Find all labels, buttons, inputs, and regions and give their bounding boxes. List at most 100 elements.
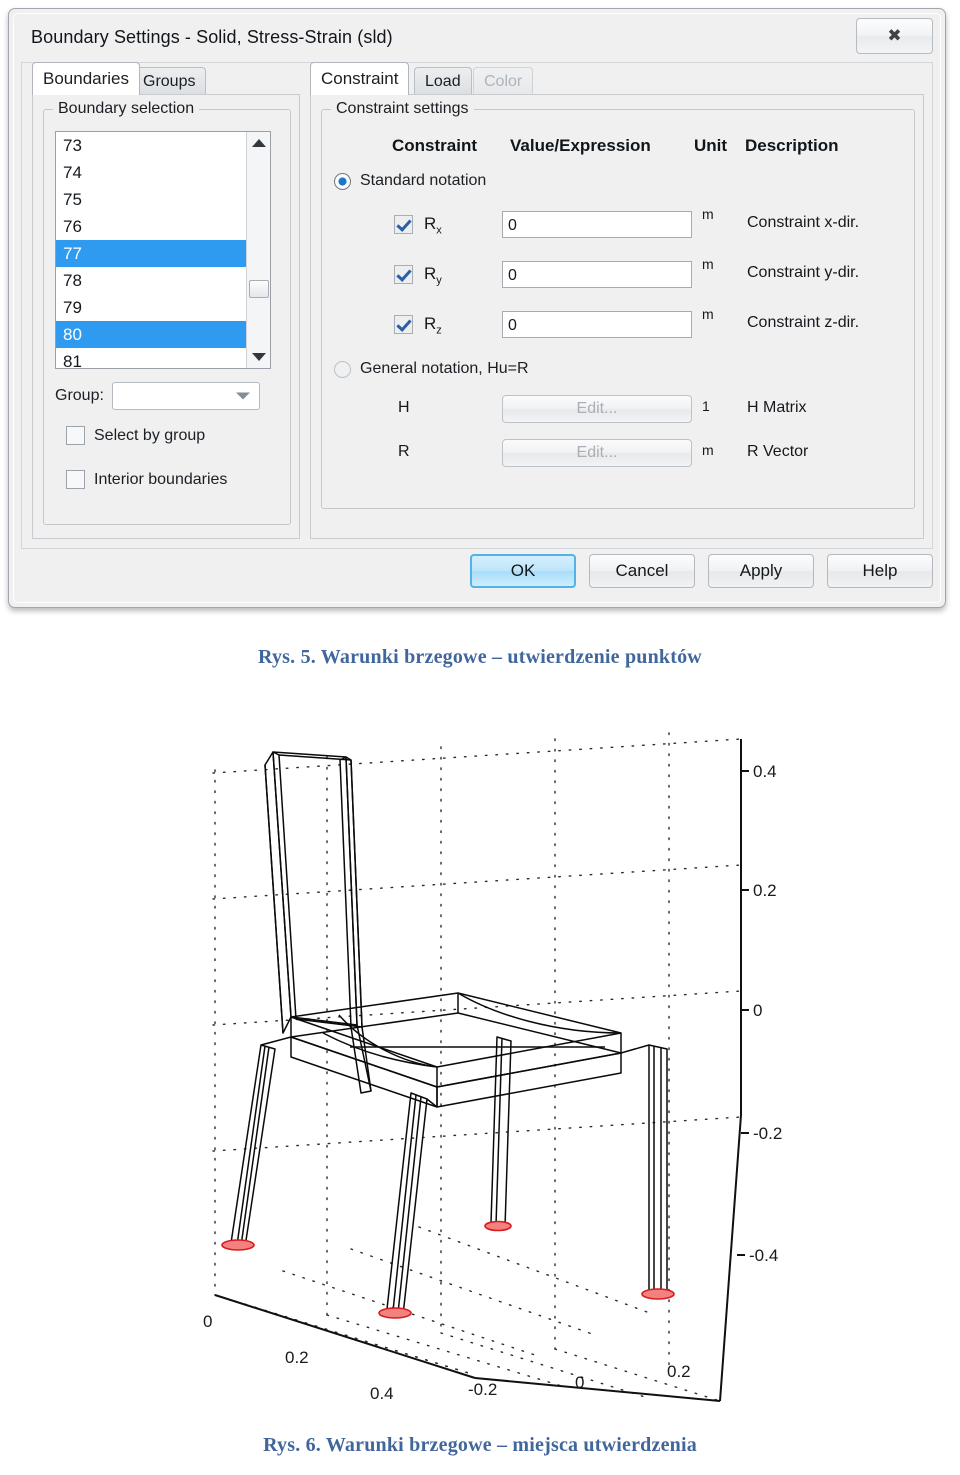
list-item[interactable]: 79 [56,294,270,321]
list-item[interactable]: 77 [56,240,270,267]
boundary-selection-legend: Boundary selection [53,100,200,118]
left-tabstrip: Boundaries Groups [32,62,302,95]
close-icon: ✖ [887,25,902,46]
rz-description-label: Constraint z-dir. [747,314,860,331]
rx-description-label: Constraint x-dir. [747,214,860,231]
ok-button-label: OK [510,561,536,580]
dialog-title: Boundary Settings - Solid, Stress-Strain… [31,27,393,47]
cancel-button[interactable]: Cancel [589,554,695,588]
dialog-titlebar: Boundary Settings - Solid, Stress-Strain… [9,9,945,62]
list-item[interactable]: 76 [56,213,270,240]
h-edit-button: Edit... [502,395,692,423]
cancel-button-label: Cancel [615,561,669,580]
rx-unit-label: m [702,206,714,222]
boundary-selection-groupbox: Boundary selection 73 74 75 76 77 78 79 … [43,100,291,525]
y-tick-label: 0 [575,1373,584,1392]
r-description-label: R Vector [747,443,809,460]
standard-notation-radio[interactable] [334,172,351,190]
list-item[interactable]: 78 [56,267,270,294]
figure-caption-5: Rys. 5. Warunki brzegowe – utwierdzenie … [258,646,702,668]
ry-checkbox[interactable] [394,265,413,284]
ry-symbol-label: Ry [424,264,442,287]
boundaries-pane: Boundary selection 73 74 75 76 77 78 79 … [32,94,300,539]
ok-button[interactable]: OK [470,554,576,588]
constraint-pane: Constraint settings Constraint Value/Exp… [310,94,924,539]
listbox-scrollbar[interactable] [246,132,270,368]
rx-symbol-label: Rx [424,214,442,237]
rz-value-input[interactable]: 0 [502,311,692,338]
column-header-constraint: Constraint [392,136,477,155]
r-edit-button-label: Edit... [576,444,618,461]
constraint-settings-groupbox: Constraint settings Constraint Value/Exp… [321,100,915,509]
close-button[interactable]: ✖ [856,18,933,54]
ry-description-label: Constraint y-dir. [747,264,860,281]
interior-boundaries-label: Interior boundaries [94,470,228,488]
z-tick-label: 0.2 [753,881,777,900]
x-tick-label: 0 [203,1312,212,1331]
right-tabstrip: Constraint Load Color [310,62,710,95]
boundary-listbox[interactable]: 73 74 75 76 77 78 79 80 81 [55,131,271,369]
tab-groups[interactable]: Groups [132,67,207,95]
figure-caption-6: Rys. 6. Warunki brzegowe – miejsca utwie… [263,1434,697,1456]
z-tick-label: 0.4 [753,762,777,781]
general-row-h: H Edit... 1 H Matrix [322,395,914,429]
general-row-r: R Edit... m R Vector [322,439,914,473]
z-tick-label: -0.2 [753,1124,782,1143]
tab-groups-label: Groups [143,72,196,90]
constraint-row-ry: Ry 0 m Constraint y-dir. [322,256,914,294]
r-unit-label: m [702,442,714,458]
constraint-row-rz: Rz 0 m Constraint z-dir. [322,306,914,344]
list-item[interactable]: 74 [56,159,270,186]
general-notation-row[interactable]: General notation, Hu=R [334,360,529,378]
r-edit-button: Edit... [502,439,692,467]
list-item[interactable]: 81 [56,348,270,368]
rx-value-input[interactable]: 0 [502,211,692,238]
standard-notation-row[interactable]: Standard notation [334,172,486,190]
tab-boundaries-label: Boundaries [43,69,130,88]
interior-boundaries-row[interactable]: Interior boundaries [66,470,227,489]
tab-color: Color [473,67,534,95]
constraint-row-rx: Rx 0 m Constraint x-dir. [322,206,914,244]
help-button[interactable]: Help [827,554,933,588]
tab-constraint-label: Constraint [321,69,399,88]
boundary-settings-dialog: Boundary Settings - Solid, Stress-Strain… [8,8,946,608]
select-by-group-checkbox[interactable] [66,426,85,445]
apply-button[interactable]: Apply [708,554,814,588]
apply-button-label: Apply [739,561,783,580]
h-description-label: H Matrix [747,399,807,416]
scrollbar-thumb[interactable] [249,280,269,298]
chevron-down-icon [235,392,250,400]
constraint-markers [221,1220,675,1319]
rz-checkbox[interactable] [394,315,413,334]
tab-constraint[interactable]: Constraint [310,62,410,95]
tab-boundaries[interactable]: Boundaries [32,62,141,95]
dialog-button-row: OK Cancel Apply Help [9,554,945,602]
list-item[interactable]: 73 [56,132,270,159]
tab-load[interactable]: Load [414,67,472,95]
scroll-down-icon[interactable] [247,346,270,368]
chair-wireframe [230,751,668,1316]
scroll-up-icon[interactable] [247,132,270,154]
help-button-label: Help [862,561,898,580]
rx-checkbox[interactable] [394,215,413,234]
plot-axes [214,739,742,1402]
group-combobox[interactable] [111,382,260,410]
group-row: Group: [55,382,260,410]
r-symbol-label: R [398,443,410,460]
list-item[interactable]: 75 [56,186,270,213]
y-tick-label: -0.2 [468,1380,497,1399]
select-by-group-row[interactable]: Select by group [66,426,205,445]
general-notation-radio[interactable] [334,360,351,378]
list-item[interactable]: 80 [56,321,270,348]
rz-unit-label: m [702,306,714,322]
interior-boundaries-checkbox[interactable] [66,470,85,489]
h-symbol-label: H [398,399,410,416]
general-notation-label: General notation, Hu=R [360,360,529,377]
column-header-value: Value/Expression [510,136,651,155]
rz-symbol-label: Rz [424,314,442,337]
plot-svg: 0.4 0.2 0 -0.2 -0.4 0 0.2 0.4 -0.2 0 0.2 [203,732,782,1403]
x-tick-label: 0.4 [370,1384,394,1403]
ry-value-input[interactable]: 0 [502,261,692,288]
h-edit-button-label: Edit... [576,400,618,417]
plot-grid [212,732,742,1402]
